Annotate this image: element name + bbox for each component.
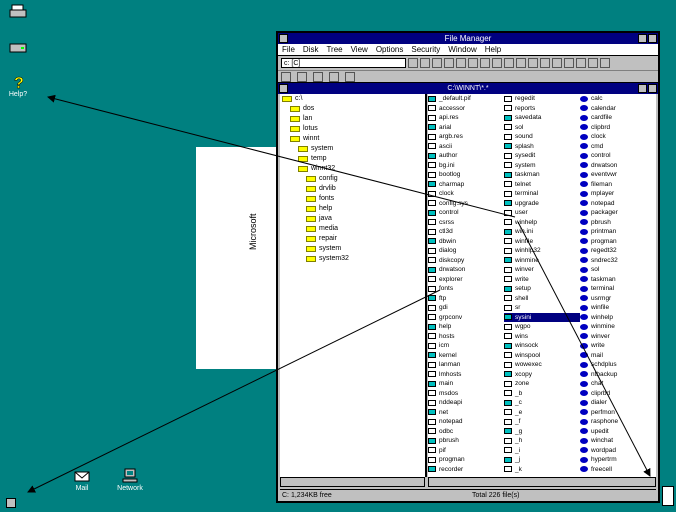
arrow-to-corner — [517, 221, 651, 477]
arrow-to-minimized-icon — [27, 289, 441, 493]
corner-box[interactable] — [662, 486, 674, 506]
arrow-to-help-icon — [47, 94, 516, 218]
annotation-arrows — [27, 94, 651, 493]
